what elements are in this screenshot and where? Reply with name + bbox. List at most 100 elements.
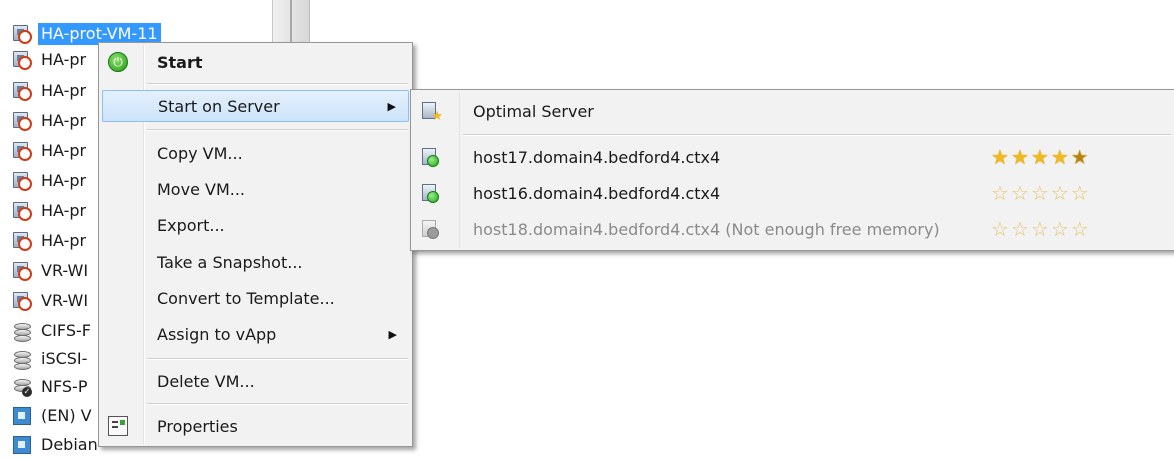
submenu-item-optimal-server[interactable]: ★ Optimal Server <box>413 95 1173 127</box>
splitter-handle[interactable] <box>272 0 310 48</box>
submenu-item-host17[interactable]: host17.domain4.bedford4.ctx4 ★ ★ ★ ★ ★ <box>413 141 1173 173</box>
template-icon <box>12 406 32 426</box>
star-full-icon: ★ <box>1050 145 1069 169</box>
menu-item-delete-vm[interactable]: Delete VM... <box>102 366 409 396</box>
host-unavailable-icon <box>421 219 439 239</box>
star-empty-icon: ☆ <box>1030 217 1049 241</box>
tree-item-label: NFS-P <box>41 377 88 396</box>
tree-item-vm[interactable]: HA-pr <box>12 108 89 134</box>
menu-separator <box>147 83 408 85</box>
tree-item-vm[interactable]: HA-pr <box>12 78 89 104</box>
menu-separator <box>147 403 408 405</box>
menu-item-label: Copy VM... <box>157 143 243 163</box>
menu-item-label: Assign to vApp <box>157 324 277 344</box>
tree-item-label: Debian <box>41 435 98 454</box>
vm-stopped-icon <box>12 261 32 281</box>
menu-item-label: Properties <box>157 416 238 436</box>
tree-item-storage-default[interactable]: ✓ NFS-P <box>12 374 90 400</box>
menu-item-move-vm[interactable]: Move VM... <box>102 174 409 204</box>
rating-stars: ★ ★ ★ ★ ★ <box>991 147 1089 167</box>
splitter-grip <box>290 0 292 48</box>
vm-stopped-icon <box>12 231 32 251</box>
vm-stopped-icon <box>12 141 32 161</box>
vm-stopped-icon <box>12 81 32 101</box>
host-online-icon <box>421 147 439 167</box>
menu-item-copy-vm[interactable]: Copy VM... <box>102 138 409 168</box>
menu-item-export[interactable]: Export... <box>102 210 409 240</box>
tree-item-template[interactable]: Debian <box>12 432 101 458</box>
vm-stopped-icon <box>12 171 32 191</box>
vm-stopped-icon <box>12 50 32 70</box>
star-half-icon: ★ <box>1070 145 1089 169</box>
menu-item-label: Take a Snapshot... <box>157 252 303 272</box>
power-on-icon <box>108 52 128 72</box>
tree-item-label: HA-pr <box>41 201 87 220</box>
star-empty-icon: ☆ <box>1070 181 1089 205</box>
tree-item-label: CIFS-F <box>41 321 91 340</box>
menu-separator <box>463 134 1171 136</box>
storage-default-icon: ✓ <box>12 377 32 397</box>
menu-item-label: Start on Server <box>158 96 280 116</box>
menu-item-label: Start <box>157 52 203 72</box>
tree-item-storage[interactable]: iSCSI- <box>12 346 90 372</box>
menu-item-label: Export... <box>157 215 225 235</box>
tree-item-label: iSCSI- <box>41 349 88 368</box>
menu-item-properties[interactable]: Properties <box>102 411 409 441</box>
start-on-server-submenu: ★ Optimal Server host17.domain4.bedford4… <box>410 89 1174 251</box>
optimal-server-icon: ★ <box>421 101 443 124</box>
host-online-icon <box>421 183 439 203</box>
star-full-icon: ★ <box>1030 145 1049 169</box>
star-empty-icon: ☆ <box>1050 181 1069 205</box>
storage-icon <box>12 349 32 370</box>
submenu-item-label: host16.domain4.bedford4.ctx4 <box>473 183 721 203</box>
tree-item-label: HA-pr <box>41 50 87 69</box>
tree-item-label: HA-pr <box>41 231 87 250</box>
vm-stopped-icon <box>12 201 32 221</box>
rating-stars: ☆ ☆ ☆ ☆ ☆ <box>991 219 1089 239</box>
tree-item-vm[interactable]: HA-pr <box>12 168 89 194</box>
star-empty-icon: ☆ <box>1070 217 1089 241</box>
menu-item-start[interactable]: Start <box>102 47 409 77</box>
menu-item-label: Delete VM... <box>157 371 255 391</box>
tree-item-storage[interactable]: CIFS-F <box>12 318 94 344</box>
tree-item-vm[interactable]: VR-WI <box>12 258 91 284</box>
submenu-item-host18-disabled: host18.domain4.bedford4.ctx4 (Not enough… <box>413 213 1173 245</box>
star-empty-icon: ☆ <box>991 217 1009 241</box>
properties-icon <box>108 416 128 436</box>
menu-separator <box>147 129 408 131</box>
tree-item-vm[interactable]: HA-pr <box>12 138 89 164</box>
template-icon <box>12 435 32 455</box>
storage-icon <box>12 321 32 342</box>
tree-item-vm[interactable]: VR-WI <box>12 288 91 314</box>
vm-stopped-icon <box>12 291 32 311</box>
star-empty-icon: ☆ <box>1030 181 1049 205</box>
menu-item-convert-to-template[interactable]: Convert to Template... <box>102 283 409 313</box>
tree-item-vm[interactable]: HA-pr <box>12 47 89 73</box>
submenu-arrow-icon: ▶ <box>388 327 397 341</box>
star-full-icon: ★ <box>1010 145 1029 169</box>
menu-item-take-snapshot[interactable]: Take a Snapshot... <box>102 247 409 277</box>
tree-item-vm[interactable]: HA-pr <box>12 198 89 224</box>
tree-item-vm[interactable]: HA-pr <box>12 228 89 254</box>
tree-item-label: VR-WI <box>41 261 89 280</box>
star-empty-icon: ☆ <box>991 181 1009 205</box>
menu-item-label: Move VM... <box>157 179 245 199</box>
tree-item-label: VR-WI <box>41 291 89 310</box>
submenu-item-host16[interactable]: host16.domain4.bedford4.ctx4 ☆ ☆ ☆ ☆ ☆ <box>413 177 1173 209</box>
vm-stopped-icon <box>12 24 32 44</box>
menu-item-label: Convert to Template... <box>157 288 335 308</box>
star-empty-icon: ☆ <box>1050 217 1069 241</box>
star-empty-icon: ☆ <box>1010 181 1029 205</box>
tree-item-label: HA-pr <box>41 81 87 100</box>
submenu-item-label: Optimal Server <box>473 101 594 121</box>
tree-item-template[interactable]: (EN) V <box>12 403 95 429</box>
star-empty-icon: ☆ <box>1010 217 1029 241</box>
submenu-arrow-icon: ▶ <box>387 99 396 113</box>
submenu-item-label: host17.domain4.bedford4.ctx4 <box>473 147 721 167</box>
tree-item-label: (EN) V <box>41 406 92 425</box>
menu-item-start-on-server[interactable]: Start on Server ▶ <box>102 90 409 122</box>
vm-stopped-icon <box>12 111 32 131</box>
rating-stars: ☆ ☆ ☆ ☆ ☆ <box>991 183 1089 203</box>
vm-context-menu: Start Start on Server ▶ Copy VM... Move … <box>98 42 413 447</box>
menu-item-assign-to-vapp[interactable]: Assign to vApp ▶ <box>102 319 409 349</box>
